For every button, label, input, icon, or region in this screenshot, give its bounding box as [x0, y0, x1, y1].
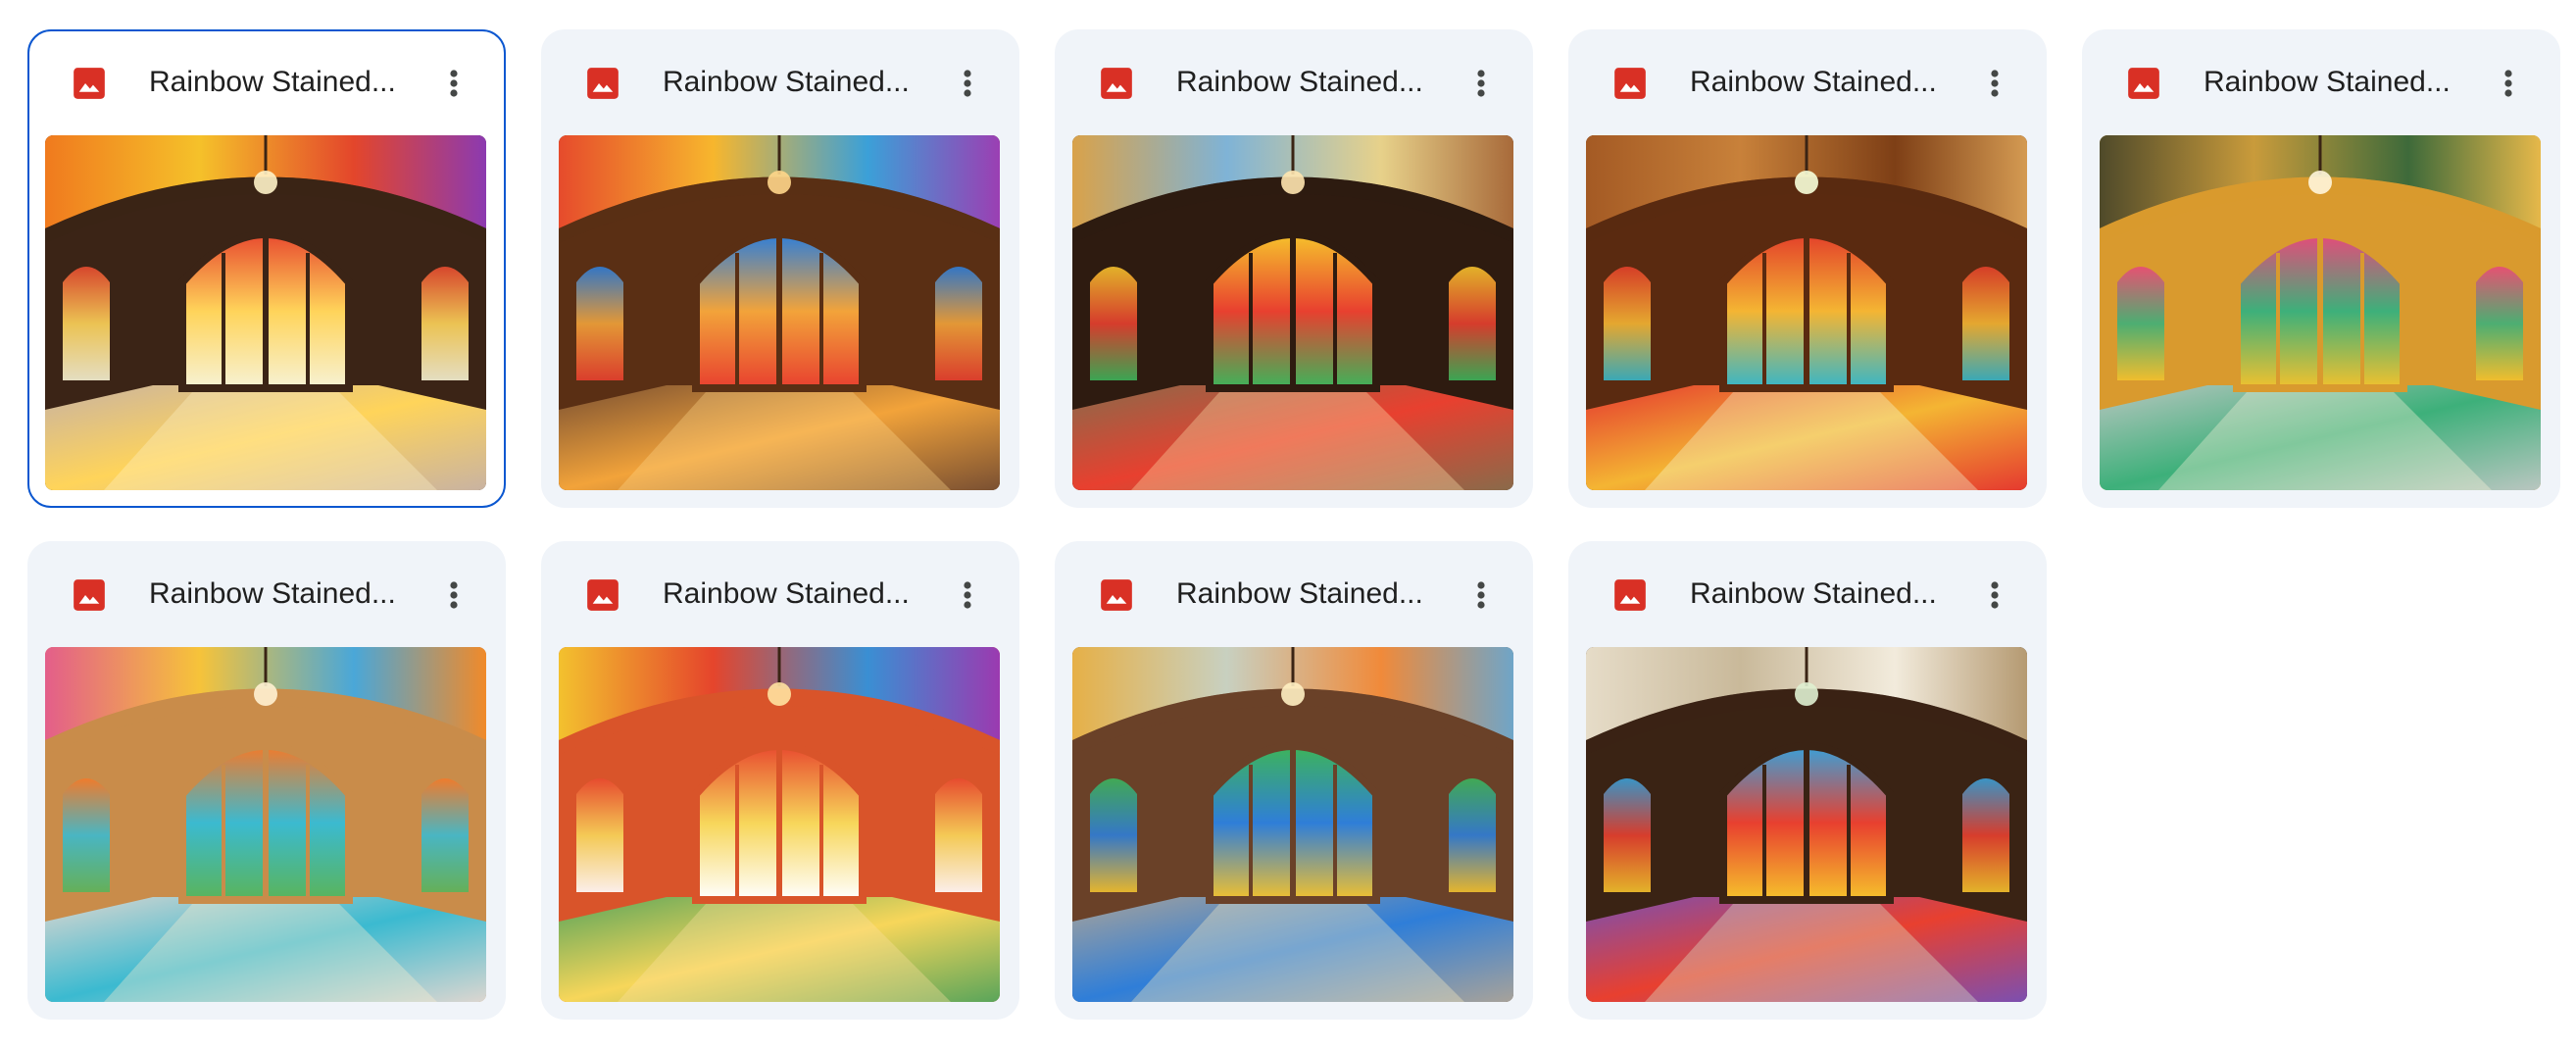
more-actions-button[interactable] — [2484, 59, 2533, 108]
file-thumbnail[interactable] — [559, 135, 1000, 490]
file-card-2[interactable]: Rainbow Stained... — [541, 29, 1019, 508]
more-vert-icon — [1477, 70, 1485, 97]
thumbnail-image — [1586, 647, 2027, 1002]
file-name: Rainbow Stained... — [1176, 66, 1423, 98]
file-thumbnail[interactable] — [45, 135, 486, 490]
file-card-header: Rainbow Stained... — [1057, 543, 1531, 647]
image-file-icon — [584, 576, 621, 614]
image-file-icon — [584, 65, 621, 102]
file-name: Rainbow Stained... — [1690, 577, 1937, 610]
file-card-7[interactable]: Rainbow Stained... — [541, 541, 1019, 1020]
file-thumbnail[interactable] — [1072, 647, 1513, 1002]
file-thumbnail[interactable] — [45, 647, 486, 1002]
thumbnail-image — [2100, 135, 2541, 490]
file-card-4[interactable]: Rainbow Stained... — [1568, 29, 2047, 508]
image-file-icon — [1098, 576, 1135, 614]
image-file-icon — [71, 65, 108, 102]
thumbnail-image — [559, 135, 1000, 490]
file-name: Rainbow Stained... — [663, 577, 910, 610]
more-actions-button[interactable] — [943, 571, 992, 620]
file-card-header: Rainbow Stained... — [543, 31, 1017, 135]
file-card-1[interactable]: Rainbow Stained... — [27, 29, 506, 508]
file-card-9[interactable]: Rainbow Stained... — [1568, 541, 2047, 1020]
more-vert-icon — [1991, 70, 1999, 97]
thumbnail-image — [1586, 135, 2027, 490]
more-vert-icon — [964, 581, 971, 609]
more-actions-button[interactable] — [1457, 59, 1506, 108]
more-actions-button[interactable] — [429, 59, 478, 108]
file-thumbnail[interactable] — [1586, 135, 2027, 490]
file-card-8[interactable]: Rainbow Stained... — [1055, 541, 1533, 1020]
image-file-icon — [71, 576, 108, 614]
file-name: Rainbow Stained... — [149, 66, 396, 98]
more-vert-icon — [2504, 70, 2512, 97]
file-name: Rainbow Stained... — [1176, 577, 1423, 610]
file-card-header: Rainbow Stained... — [543, 543, 1017, 647]
file-thumbnail[interactable] — [2100, 135, 2541, 490]
more-actions-button[interactable] — [1457, 571, 1506, 620]
file-name: Rainbow Stained... — [1690, 66, 1937, 98]
thumbnail-image — [1072, 135, 1513, 490]
more-vert-icon — [1991, 581, 1999, 609]
file-name: Rainbow Stained... — [149, 577, 396, 610]
file-card-header: Rainbow Stained... — [2084, 31, 2558, 135]
file-card-header: Rainbow Stained... — [29, 31, 504, 135]
more-vert-icon — [450, 70, 458, 97]
file-card-header: Rainbow Stained... — [1057, 31, 1531, 135]
file-name: Rainbow Stained... — [663, 66, 910, 98]
file-card-header: Rainbow Stained... — [1570, 543, 2045, 647]
more-vert-icon — [450, 581, 458, 609]
file-thumbnail[interactable] — [1586, 647, 2027, 1002]
more-actions-button[interactable] — [429, 571, 478, 620]
more-vert-icon — [1477, 581, 1485, 609]
more-actions-button[interactable] — [1970, 59, 2019, 108]
thumbnail-image — [45, 647, 486, 1002]
image-file-icon — [1611, 576, 1649, 614]
thumbnail-image — [1072, 647, 1513, 1002]
more-vert-icon — [964, 70, 971, 97]
more-actions-button[interactable] — [943, 59, 992, 108]
image-file-icon — [1611, 65, 1649, 102]
image-file-icon — [1098, 65, 1135, 102]
thumbnail-image — [559, 647, 1000, 1002]
file-card-6[interactable]: Rainbow Stained... — [27, 541, 506, 1020]
file-thumbnail[interactable] — [1072, 135, 1513, 490]
image-file-icon — [2125, 65, 2162, 102]
file-name: Rainbow Stained... — [2204, 66, 2451, 98]
thumbnail-image — [45, 135, 486, 490]
file-thumbnail[interactable] — [559, 647, 1000, 1002]
file-card-header: Rainbow Stained... — [29, 543, 504, 647]
file-card-5[interactable]: Rainbow Stained... — [2082, 29, 2560, 508]
file-grid: Rainbow Stained... Rainbow Stained... Ra… — [27, 29, 2566, 1020]
file-card-header: Rainbow Stained... — [1570, 31, 2045, 135]
file-card-3[interactable]: Rainbow Stained... — [1055, 29, 1533, 508]
more-actions-button[interactable] — [1970, 571, 2019, 620]
